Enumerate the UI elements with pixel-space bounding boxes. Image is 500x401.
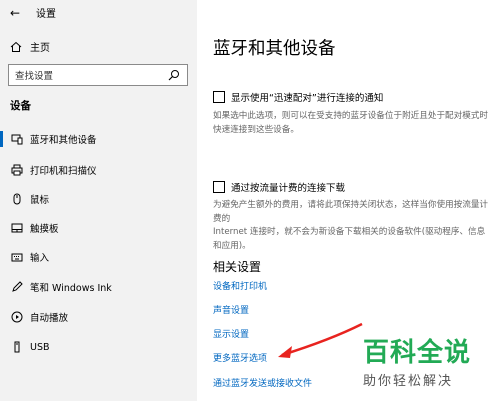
watermark-subtitle: 助你轻松解决 (363, 374, 454, 389)
watermark-title: 百科全说 (363, 338, 472, 368)
watermark: 百科全说 助你轻松解决 (363, 338, 498, 389)
